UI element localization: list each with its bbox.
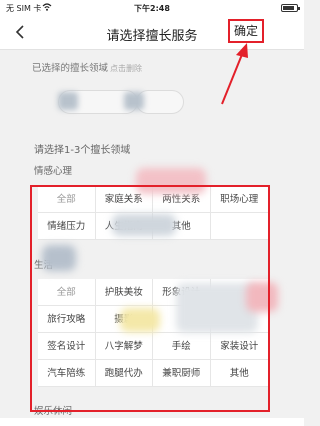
obscured-area — [246, 282, 278, 312]
obscured-area — [112, 214, 176, 236]
selected-fields-label: 已选择的擅长领域 点击删除 — [32, 60, 142, 74]
tag-cell[interactable]: 家装设计 — [210, 333, 268, 360]
tag-cell[interactable]: 护肤美妆 — [95, 279, 153, 306]
selected-fields-title: 已选择的擅长领域 — [32, 63, 109, 74]
obscured-area — [120, 308, 160, 332]
chip-obscured-area — [58, 92, 78, 110]
section-title: 娱乐休闲 — [34, 406, 73, 417]
status-bar: 无 SIM 卡 下午2:48 — [0, 0, 304, 16]
tag-cell[interactable] — [210, 213, 268, 240]
tag-cell[interactable]: 情绪压力 — [38, 213, 96, 240]
tag-cell[interactable]: 八字解梦 — [95, 333, 153, 360]
obscured-area — [42, 245, 76, 271]
section-title: 情感心理 — [34, 166, 73, 177]
tag-cell[interactable]: 其他 — [210, 360, 268, 387]
instruction-text: 请选择1-3个擅长领域 — [34, 145, 131, 156]
tag-cell[interactable]: 职场心理 — [210, 186, 268, 213]
delete-hint: 点击删除 — [110, 64, 143, 73]
bottom-bar — [0, 418, 304, 426]
battery-icon — [281, 4, 300, 12]
tag-cell[interactable]: 签名设计 — [38, 333, 96, 360]
chip-obscured-area — [124, 92, 144, 110]
tag-cell[interactable]: 旅行攻略 — [38, 306, 96, 333]
tag-cell[interactable]: 汽车陪练 — [38, 360, 96, 387]
obscured-area — [136, 168, 206, 194]
tag-cell[interactable]: 全部 — [38, 186, 96, 213]
clock: 下午2:48 — [134, 4, 170, 13]
navigation-bar: 请选择擅长服务 确定 — [0, 16, 304, 50]
confirm-button[interactable]: 确定 — [228, 19, 264, 43]
tag-cell[interactable]: 手绘 — [153, 333, 211, 360]
tag-cell[interactable]: 跑腿代办 — [95, 360, 153, 387]
battery-level — [283, 6, 295, 10]
tag-cell[interactable]: 兼职厨师 — [153, 360, 211, 387]
tag-cell[interactable]: 全部 — [38, 279, 96, 306]
